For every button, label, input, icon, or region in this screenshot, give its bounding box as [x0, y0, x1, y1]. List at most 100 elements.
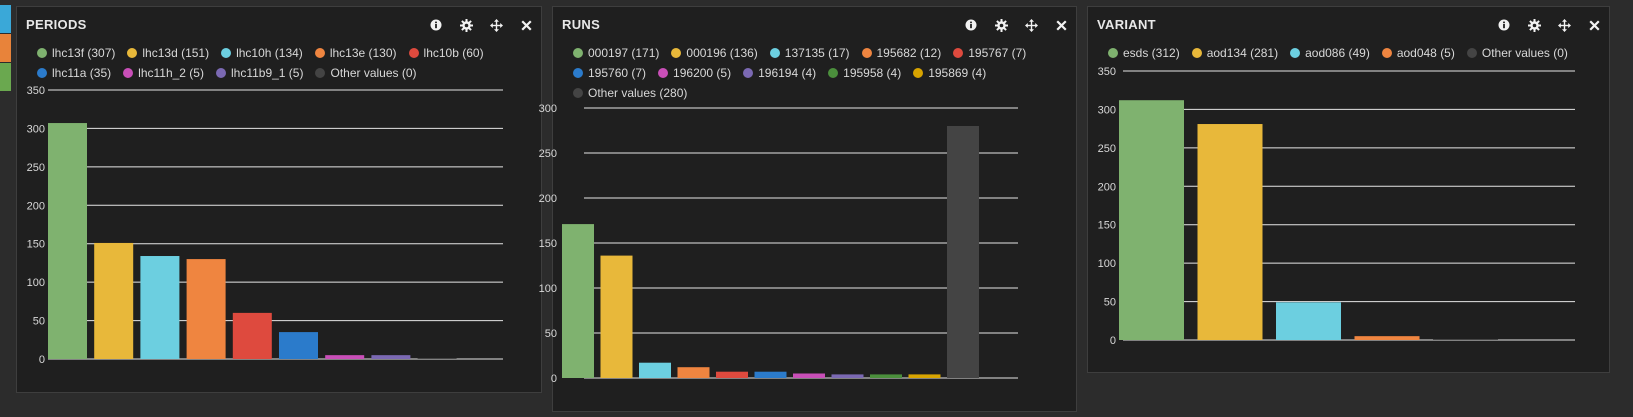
- legend-item[interactable]: lhc13e (130): [314, 43, 397, 63]
- side-tab-strip: [0, 0, 11, 417]
- legend-swatch: [37, 68, 47, 78]
- legend-item[interactable]: 195767 (7): [953, 43, 1026, 63]
- legend-row: 195760 (7) 196200 (5) 196194 (4) 195958 (4)…: [573, 63, 1038, 83]
- legend-label: 196200 (5): [673, 66, 732, 80]
- legend-item[interactable]: Other values (280): [573, 83, 687, 103]
- close-button[interactable]: [1585, 16, 1603, 34]
- gear-icon: [994, 18, 1008, 32]
- y-tick-label: 300: [1098, 104, 1116, 116]
- bar[interactable]: [793, 373, 825, 379]
- info-button[interactable]: [427, 16, 445, 34]
- info-button[interactable]: [1495, 16, 1513, 34]
- bar[interactable]: [600, 255, 633, 378]
- info-button[interactable]: [962, 16, 980, 34]
- legend-item[interactable]: esds (312): [1108, 43, 1180, 63]
- bar[interactable]: [677, 367, 710, 378]
- bar[interactable]: [325, 355, 365, 359]
- legend-label: 195869 (4): [928, 66, 987, 80]
- legend-item[interactable]: aod134 (281): [1191, 43, 1278, 63]
- legend-label: 195958 (4): [843, 66, 902, 80]
- settings-button[interactable]: [457, 16, 475, 34]
- side-tab-orange[interactable]: [0, 34, 11, 62]
- y-tick-label: 150: [539, 238, 557, 250]
- bar[interactable]: [562, 224, 594, 378]
- info-icon: [430, 19, 442, 31]
- legend-item[interactable]: 137135 (17): [769, 43, 850, 63]
- legend-row: Other values (280): [573, 83, 1038, 103]
- legend-item[interactable]: 000197 (171): [573, 43, 659, 63]
- bar[interactable]: [279, 332, 318, 359]
- bar[interactable]: [371, 355, 411, 359]
- bar[interactable]: [140, 256, 180, 359]
- legend-item[interactable]: 195760 (7): [573, 63, 646, 83]
- legend-item[interactable]: lhc10b (60): [408, 43, 484, 63]
- legend-swatch: [408, 48, 419, 58]
- move-button[interactable]: [1022, 16, 1040, 34]
- side-tab-blue[interactable]: [0, 5, 11, 33]
- legend-item[interactable]: 196194 (4): [743, 63, 816, 83]
- settings-button[interactable]: [992, 16, 1010, 34]
- legend-swatch: [215, 68, 226, 78]
- panel-toolbar: [962, 16, 1070, 34]
- bar[interactable]: [639, 362, 671, 378]
- legend-swatch: [1191, 48, 1202, 58]
- legend-item[interactable]: 000196 (136): [671, 43, 758, 63]
- y-tick-label: 150: [1098, 220, 1116, 232]
- y-tick-label: 250: [539, 148, 557, 160]
- legend-item[interactable]: lhc13f (307): [37, 43, 115, 63]
- legend-swatch: [769, 48, 780, 58]
- bar[interactable]: [716, 371, 748, 378]
- close-button[interactable]: [1052, 16, 1070, 34]
- bar[interactable]: [1354, 336, 1420, 340]
- legend-item[interactable]: lhc10h (134): [221, 43, 303, 63]
- close-icon: [1588, 19, 1600, 31]
- legend-item[interactable]: Other values (0): [1466, 43, 1568, 63]
- move-button[interactable]: [487, 16, 505, 34]
- legend-row: lhc13f (307) lhc13d (151) lhc10h (134) lhc1…: [37, 43, 496, 63]
- legend-item[interactable]: aod086 (49): [1290, 43, 1370, 63]
- info-icon: [1498, 19, 1510, 31]
- legend-row: lhc11a (35) lhc11h_2 (5) lhc11b9_1 (5) Othe…: [37, 63, 496, 83]
- side-tab-green[interactable]: [0, 63, 11, 91]
- chart-legend: esds (312) aod134 (281) aod086 (49) aod048 …: [1108, 43, 1580, 63]
- bar[interactable]: [1433, 339, 1498, 340]
- legend-item[interactable]: lhc11a (35): [37, 63, 111, 83]
- bar[interactable]: [48, 123, 87, 359]
- legend-item[interactable]: 195869 (4): [913, 63, 986, 83]
- legend-item[interactable]: lhc13d (151): [127, 43, 209, 63]
- legend-item[interactable]: lhc11b9_1 (5): [215, 63, 303, 83]
- y-tick-label: 300: [539, 103, 557, 115]
- bar[interactable]: [1119, 100, 1184, 340]
- legend-item[interactable]: 195958 (4): [828, 63, 901, 83]
- bar[interactable]: [1197, 124, 1263, 340]
- legend-swatch: [573, 68, 583, 78]
- settings-button[interactable]: [1525, 16, 1543, 34]
- legend-item[interactable]: 196200 (5): [658, 63, 731, 83]
- close-button[interactable]: [517, 16, 535, 34]
- legend-label: 137135 (17): [784, 46, 850, 60]
- legend-row: esds (312) aod134 (281) aod086 (49) aod048 …: [1108, 43, 1580, 63]
- bar[interactable]: [947, 126, 979, 378]
- bar[interactable]: [417, 358, 457, 359]
- legend-item[interactable]: Other values (0): [315, 63, 417, 83]
- bar[interactable]: [232, 312, 272, 359]
- legend-item[interactable]: lhc11h_2 (5): [123, 63, 204, 83]
- bar[interactable]: [870, 374, 902, 378]
- y-tick-label: 50: [1104, 297, 1116, 309]
- y-tick-label: 200: [539, 193, 557, 205]
- bar[interactable]: [831, 374, 864, 378]
- move-button[interactable]: [1555, 16, 1573, 34]
- bar[interactable]: [186, 259, 226, 359]
- y-tick-label: 0: [39, 354, 45, 366]
- panel-toolbar: [1495, 16, 1603, 34]
- bar[interactable]: [754, 371, 787, 378]
- bar[interactable]: [1276, 302, 1341, 340]
- legend-label: 195767 (7): [968, 46, 1027, 60]
- legend-item[interactable]: aod048 (5): [1381, 43, 1455, 63]
- legend-swatch: [1290, 48, 1301, 58]
- bar[interactable]: [94, 242, 134, 359]
- legend-swatch: [828, 68, 839, 78]
- legend-item[interactable]: 195682 (12): [861, 43, 941, 63]
- bar[interactable]: [908, 374, 941, 378]
- legend-label: lhc13f (307): [52, 46, 116, 60]
